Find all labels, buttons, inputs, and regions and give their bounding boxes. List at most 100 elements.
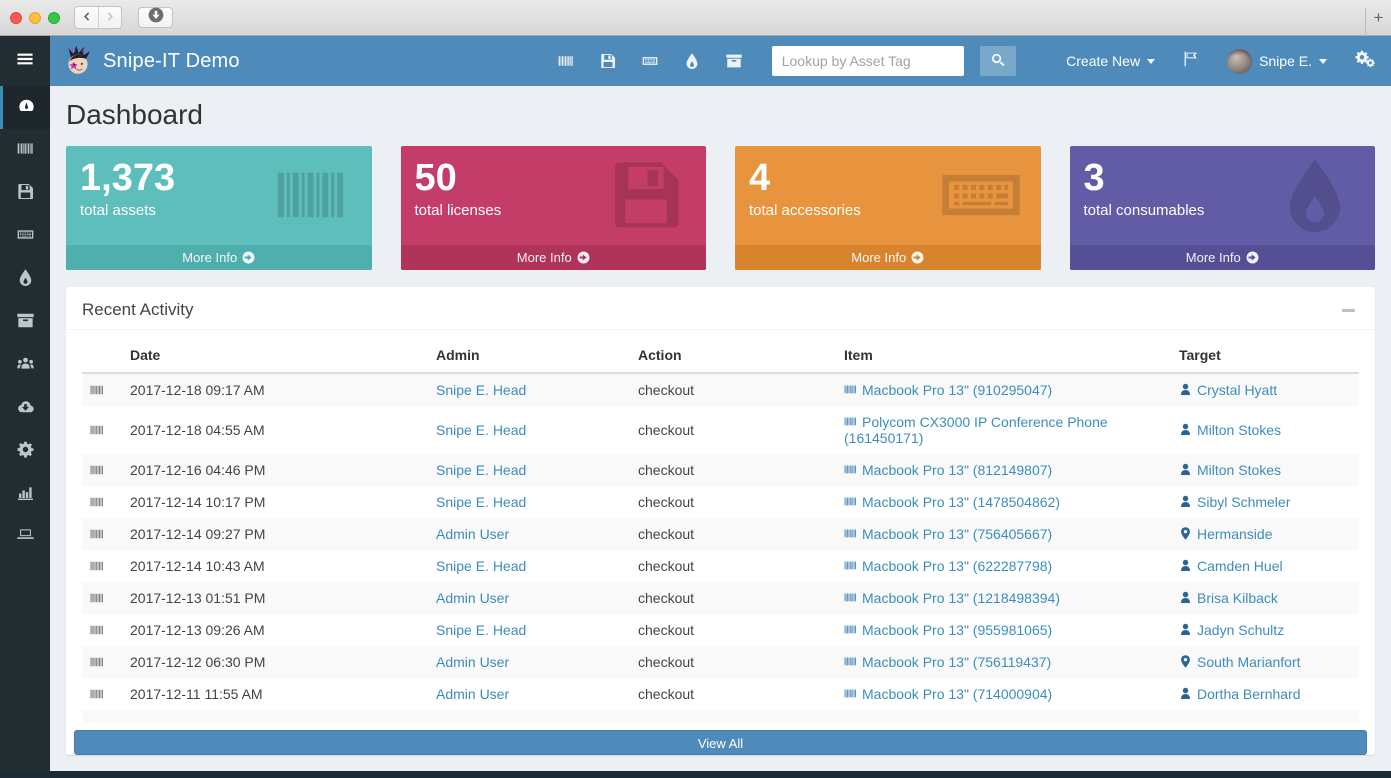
target-link[interactable]: South Marianfort <box>1179 654 1301 670</box>
brand-logo <box>62 45 94 77</box>
arrow-circle-right-icon <box>906 250 924 265</box>
activity-table-wrap: DateAdminActionItemTarget 2017-12-18 09:… <box>66 330 1375 723</box>
item-link[interactable]: Macbook Pro 13" (812149807) <box>844 462 1052 478</box>
cell-date: 2017-12-12 06:30 PM <box>122 646 428 678</box>
cell-date: 2017-12-14 09:27 PM <box>122 518 428 550</box>
sidebar-item-dashboard[interactable] <box>0 86 50 129</box>
sidebar-item-requestable[interactable] <box>0 516 50 559</box>
target-link[interactable]: Camden Huel <box>1179 558 1283 574</box>
floppy-icon[interactable] <box>600 53 616 69</box>
target-link[interactable]: Brisa Kilback <box>1179 590 1278 606</box>
target-link[interactable]: Sibyl Schmeler <box>1179 494 1290 510</box>
target-link[interactable]: Milton Stokes <box>1179 462 1281 478</box>
cell-action: checkout <box>630 454 836 486</box>
admin-link[interactable]: Snipe E. Head <box>436 558 526 574</box>
target-link[interactable]: Dortha Bernhard <box>1179 686 1301 702</box>
sidebar-item-components[interactable] <box>0 301 50 344</box>
search-button[interactable] <box>980 46 1016 76</box>
cell-action: checkout <box>630 406 836 454</box>
barcode-icon <box>844 463 857 476</box>
flag-menu-button[interactable] <box>1183 51 1199 72</box>
admin-link[interactable]: Snipe E. Head <box>436 382 526 398</box>
cell-action: checkout <box>630 646 836 678</box>
close-window-button[interactable] <box>10 12 22 24</box>
barcode-icon <box>90 462 104 478</box>
keyboard-icon[interactable] <box>642 53 658 69</box>
user-menu[interactable]: Snipe E. <box>1227 49 1327 74</box>
collapse-panel-button[interactable] <box>1337 302 1359 318</box>
target-link[interactable]: Jadyn Schultz <box>1179 622 1284 638</box>
item-link[interactable]: Macbook Pro 13" (756119437) <box>844 654 1051 670</box>
archive-icon[interactable] <box>726 53 742 69</box>
target-link[interactable]: Hermanside <box>1179 526 1272 542</box>
stat-label: total assets <box>80 202 358 219</box>
item-link[interactable]: Macbook Pro 13" (714000904) <box>844 686 1052 702</box>
item-link[interactable]: Macbook Pro 13" (1478504862) <box>844 494 1060 510</box>
brand[interactable]: Snipe-IT Demo <box>62 45 240 77</box>
admin-link[interactable]: Admin User <box>436 654 509 670</box>
barcode-icon <box>844 527 857 540</box>
sidebar <box>0 86 50 778</box>
sidebar-item-settings[interactable] <box>0 430 50 473</box>
item-link[interactable]: Macbook Pro 13" (756405667) <box>844 526 1052 542</box>
admin-link[interactable]: Admin User <box>436 686 509 702</box>
sidebar-item-licenses[interactable] <box>0 172 50 215</box>
item-link[interactable]: Macbook Pro 13" (622287798) <box>844 558 1052 574</box>
sidebar-item-accessories[interactable] <box>0 215 50 258</box>
search-icon <box>991 53 1005 70</box>
stat-label: total consumables <box>1084 202 1362 219</box>
admin-settings-button[interactable] <box>1355 50 1375 73</box>
item-link[interactable]: Macbook Pro 13" (955981065) <box>844 622 1052 638</box>
admin-link[interactable]: Snipe E. Head <box>436 462 526 478</box>
sidebar-item-assets[interactable] <box>0 129 50 172</box>
admin-link[interactable]: Snipe E. Head <box>436 422 526 438</box>
table-row: 2017-12-18 09:17 AM Snipe E. Head checko… <box>82 373 1359 406</box>
sidebar-item-people[interactable] <box>0 344 50 387</box>
barcode-icon[interactable] <box>558 53 574 69</box>
stat-label: total accessories <box>749 202 1027 219</box>
zoom-window-button[interactable] <box>48 12 60 24</box>
barcode-icon <box>90 526 104 542</box>
more-info-link[interactable]: More Info <box>1070 245 1376 270</box>
new-tab-button[interactable]: + <box>1365 8 1391 36</box>
user-icon <box>1179 495 1192 508</box>
view-all-button[interactable]: View All <box>74 730 1367 755</box>
cell-date: 2017-12-18 04:55 AM <box>122 406 428 454</box>
downloads-button[interactable] <box>138 7 173 28</box>
admin-link[interactable]: Admin User <box>436 590 509 606</box>
stat-value: 3 <box>1084 156 1362 200</box>
item-link[interactable]: Macbook Pro 13" (1218498394) <box>844 590 1060 606</box>
cell-action: checkout <box>630 678 836 710</box>
user-icon <box>1179 423 1192 436</box>
sidebar-item-import[interactable] <box>0 387 50 430</box>
asset-tag-search-input[interactable] <box>772 46 964 76</box>
more-info-link[interactable]: More Info <box>66 245 372 270</box>
droplet-icon[interactable] <box>684 53 700 69</box>
chevron-right-icon <box>105 9 116 27</box>
user-icon <box>1179 591 1192 604</box>
page-title: Dashboard <box>66 99 1375 131</box>
sidebar-item-reports[interactable] <box>0 473 50 516</box>
window-bottom-edge <box>0 771 1391 778</box>
item-link[interactable]: Polycom CX3000 IP Conference Phone (1614… <box>844 414 1108 446</box>
droplet-icon <box>17 269 34 291</box>
barcode-icon <box>90 558 104 574</box>
admin-link[interactable]: Snipe E. Head <box>436 494 526 510</box>
admin-link[interactable]: Snipe E. Head <box>436 622 526 638</box>
minimize-window-button[interactable] <box>29 12 41 24</box>
cell-action: checkout <box>630 518 836 550</box>
admin-link[interactable]: Admin User <box>436 526 509 542</box>
user-avatar <box>1227 49 1252 74</box>
more-info-link[interactable]: More Info <box>735 245 1041 270</box>
target-link[interactable]: Crystal Hyatt <box>1179 382 1277 398</box>
stat-value: 1,373 <box>80 156 358 200</box>
forward-button[interactable] <box>98 7 121 28</box>
item-link[interactable]: Macbook Pro 13" (910295047) <box>844 382 1052 398</box>
create-new-dropdown[interactable]: Create New <box>1066 53 1155 69</box>
sidebar-item-consumables[interactable] <box>0 258 50 301</box>
more-info-link[interactable]: More Info <box>401 245 707 270</box>
back-button[interactable] <box>75 7 98 28</box>
sidebar-toggle[interactable] <box>0 36 50 86</box>
target-link[interactable]: Milton Stokes <box>1179 422 1281 438</box>
table-row: 2017-12-11 11:55 AM Admin User checkout … <box>82 678 1359 710</box>
